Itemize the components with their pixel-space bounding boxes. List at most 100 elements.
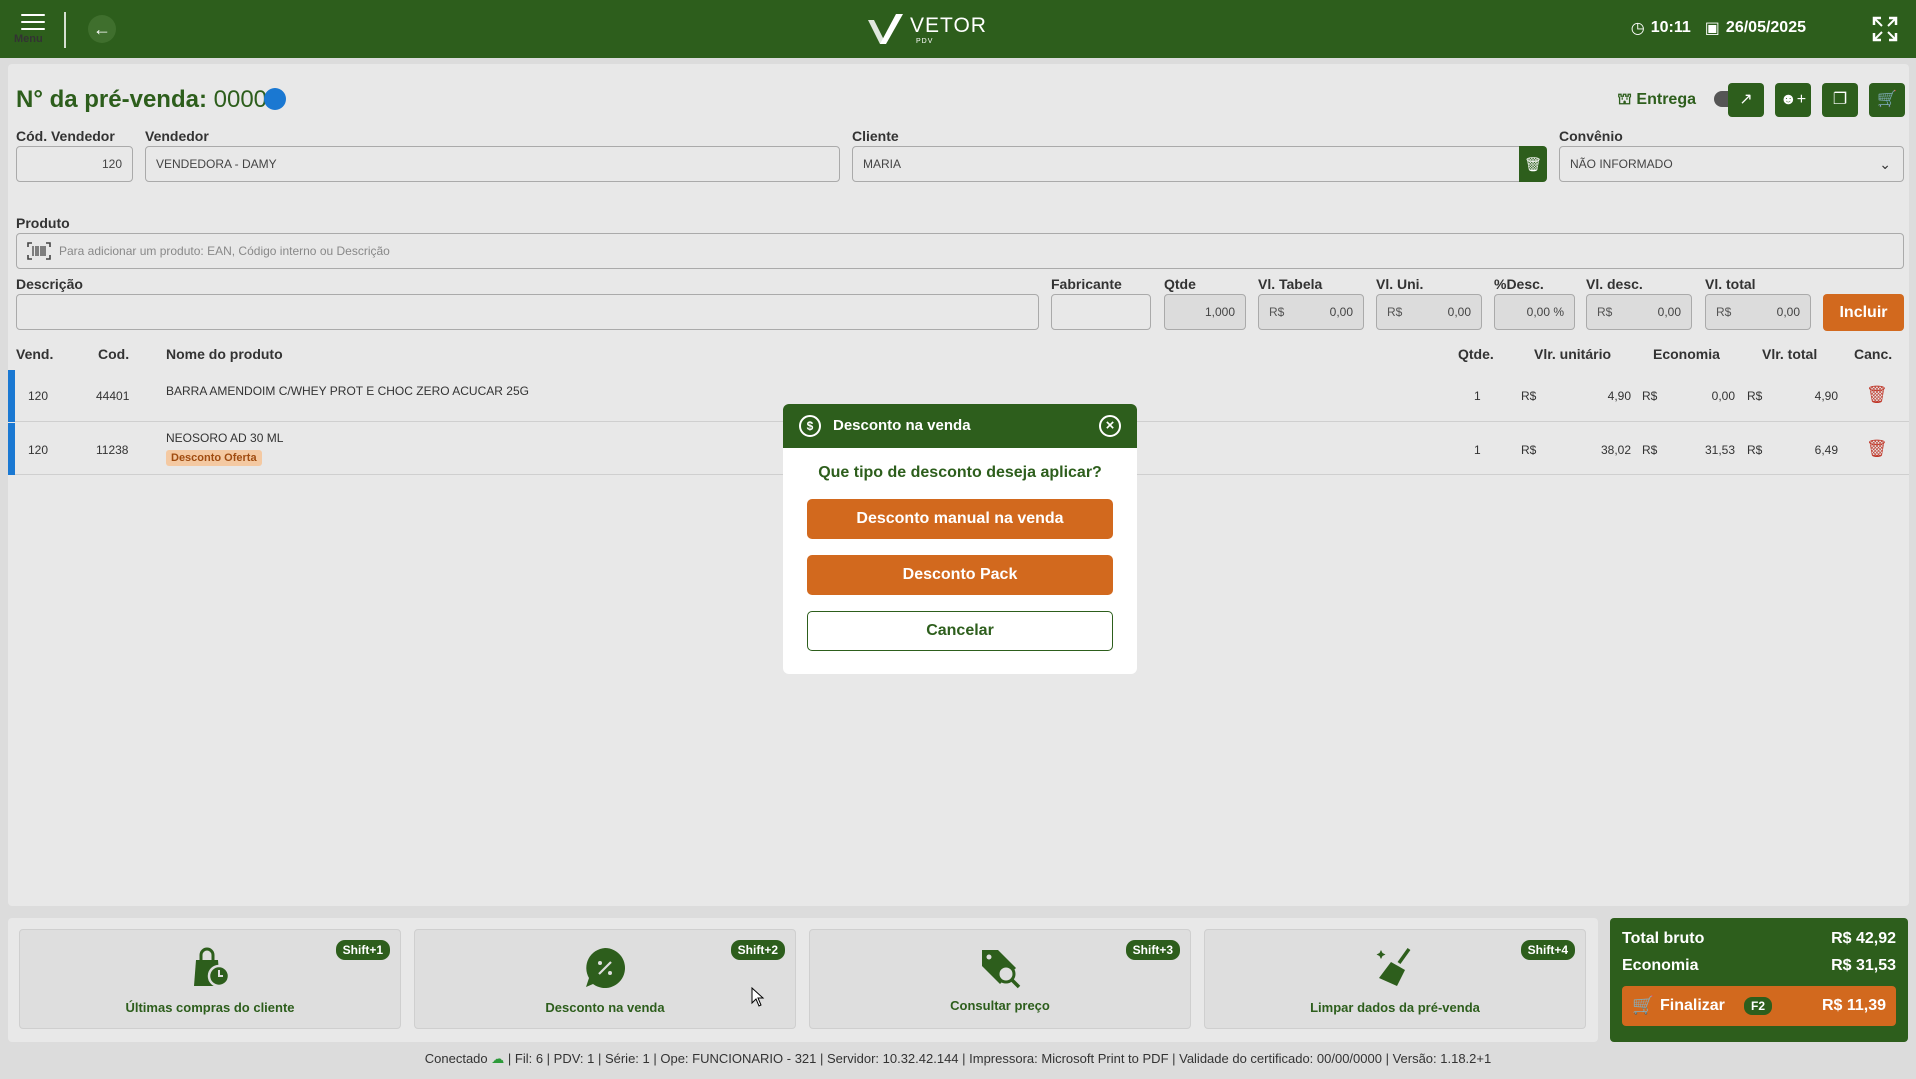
status-indicator xyxy=(264,88,286,110)
fabricante-label: Fabricante xyxy=(1051,276,1122,292)
finalizar-button[interactable]: 🛒 Finalizar F2 R$ 11,39 xyxy=(1622,986,1896,1026)
share-button[interactable]: ↗ xyxy=(1728,83,1764,117)
cancel-button[interactable]: Cancelar xyxy=(807,611,1113,651)
delete-item-icon[interactable]: 🗑 xyxy=(1866,439,1888,459)
price-check-button[interactable]: Shift+3 Consultar preço xyxy=(809,929,1191,1029)
finalizar-label: Finalizar xyxy=(1660,997,1725,1014)
vl-uni-label: Vl. Uni. xyxy=(1376,276,1424,292)
cloud-icon: ☁ xyxy=(491,1051,505,1066)
logo-sub: PDV xyxy=(916,38,934,45)
modal-header: $ Desconto na venda × xyxy=(783,404,1137,448)
col-cod: Cod. xyxy=(98,346,130,362)
total-bruto-label: Total bruto xyxy=(1622,930,1705,947)
manual-discount-button[interactable]: Desconto manual na venda xyxy=(807,499,1113,539)
row-unit: 38,02 xyxy=(1600,443,1631,457)
shortcut-badge: Shift+4 xyxy=(1520,940,1575,960)
menu-button[interactable]: Menu xyxy=(14,12,52,50)
row-total-currency: R$ xyxy=(1747,443,1763,457)
row-nome: NEOSORO AD 30 ML xyxy=(166,431,284,445)
copy-button[interactable]: ❐ xyxy=(1822,83,1858,117)
qtde-field[interactable]: 1,000 xyxy=(1164,294,1246,330)
descricao-field[interactable] xyxy=(16,294,1039,330)
cart-icon: 🛒 xyxy=(1877,91,1897,108)
currency-label: R$ xyxy=(1387,305,1403,319)
vl-tabela-field[interactable]: R$ 0,00 xyxy=(1258,294,1364,330)
page-title-label: N° da pré-venda: xyxy=(16,86,207,113)
date-text: 26/05/2025 xyxy=(1725,19,1806,36)
produto-placeholder: Para adicionar um produto: EAN, Código i… xyxy=(59,244,390,258)
qtde-label: Qtde xyxy=(1164,276,1196,292)
row-eco: 0,00 xyxy=(1711,389,1735,403)
vl-total-field[interactable]: R$ 0,00 xyxy=(1705,294,1811,330)
descricao-label: Descrição xyxy=(16,276,83,292)
close-icon[interactable]: × xyxy=(1099,415,1121,437)
economia-label: Economia xyxy=(1622,957,1699,974)
copy-icon: ❐ xyxy=(1832,91,1848,108)
delete-item-icon[interactable]: 🗑 xyxy=(1866,385,1888,405)
row-indicator xyxy=(8,370,15,422)
produto-search-input[interactable]: Para adicionar um produto: EAN, Código i… xyxy=(16,233,1904,269)
discount-modal: $ Desconto na venda × Que tipo de descon… xyxy=(783,404,1137,674)
vl-desc-label: Vl. desc. xyxy=(1586,276,1643,292)
action-label: Últimas compras do cliente xyxy=(125,1000,295,1015)
money-icon: $ xyxy=(799,415,821,437)
cod-vendedor-field[interactable]: 120 xyxy=(16,146,133,182)
delivery-icon: ⛫ xyxy=(1617,91,1632,108)
cart-button[interactable]: 🛒 xyxy=(1869,83,1905,117)
currency-label: R$ xyxy=(1716,305,1732,319)
row-eco-currency: R$ xyxy=(1642,443,1658,457)
col-qtde: Qtde. xyxy=(1458,346,1494,362)
arrow-left-icon: ← xyxy=(93,19,111,39)
last-purchases-button[interactable]: Shift+1 Últimas compras do cliente xyxy=(19,929,401,1029)
totals-panel: Total bruto R$ 42,92 Economia R$ 31,53 🛒… xyxy=(1610,918,1908,1042)
mouse-cursor-icon xyxy=(751,987,765,1007)
page-title: N° da pré-venda: 0000 xyxy=(16,86,267,114)
vl-desc-field[interactable]: R$ 0,00 xyxy=(1586,294,1692,330)
add-client-button[interactable]: ☻+ xyxy=(1775,83,1811,117)
action-label: Limpar dados da pré-venda xyxy=(1310,1000,1480,1015)
col-unit: Vlr. unitário xyxy=(1534,346,1612,362)
action-label: Consultar preço xyxy=(950,998,1050,1013)
modal-question: Que tipo de desconto deseja aplicar? xyxy=(818,464,1102,481)
vl-uni-value: 0,00 xyxy=(1447,305,1471,319)
divider xyxy=(64,12,66,48)
row-vend: 120 xyxy=(28,443,49,457)
time-text: 10:11 xyxy=(1650,19,1691,36)
vendedor-field[interactable]: VENDEDORA - DAMY xyxy=(145,146,840,182)
row-total-currency: R$ xyxy=(1747,389,1763,403)
cliente-field[interactable]: MARIA xyxy=(852,146,1520,182)
cart-icon: 🛒 xyxy=(1632,995,1655,1015)
sale-discount-button[interactable]: Shift+2 Desconto na venda xyxy=(414,929,796,1029)
delivery-label: ⛫ Entrega xyxy=(1617,90,1696,110)
shortcut-badge: Shift+1 xyxy=(335,940,390,960)
incluir-button[interactable]: Incluir xyxy=(1823,294,1904,331)
broom-icon xyxy=(1376,947,1411,986)
vl-tabela-value: 0,00 xyxy=(1329,305,1353,319)
row-total: 6,49 xyxy=(1814,443,1838,457)
barcode-icon xyxy=(27,242,51,260)
pack-discount-button[interactable]: Desconto Pack xyxy=(807,555,1113,595)
row-eco: 31,53 xyxy=(1704,443,1735,457)
pct-desc-field[interactable]: 0,00 % xyxy=(1494,294,1575,330)
chevron-down-icon: ⌄ xyxy=(1879,156,1891,172)
convenio-select[interactable]: NÃO INFORMADO ⌄ xyxy=(1559,146,1904,182)
vl-uni-field[interactable]: R$ 0,00 xyxy=(1376,294,1482,330)
clear-client-button[interactable]: 🗑 xyxy=(1519,146,1547,182)
currency-label: R$ xyxy=(1269,305,1285,319)
row-qtde: 1 xyxy=(1474,443,1481,457)
row-unit-currency: R$ xyxy=(1521,443,1537,457)
status-bar: Conectado ☁ | Fil: 6 | PDV: 1 | Série: 1… xyxy=(0,1051,1916,1067)
fullscreen-icon[interactable] xyxy=(1872,16,1898,42)
shortcut-badge: Shift+2 xyxy=(730,940,785,960)
clear-data-button[interactable]: Shift+4 Limpar dados da pré-venda xyxy=(1204,929,1586,1029)
shortcut-badge: F2 xyxy=(1744,997,1773,1015)
back-button[interactable]: ← xyxy=(88,15,116,43)
clock-icon: ◷ xyxy=(1630,20,1645,37)
discount-icon xyxy=(586,948,625,988)
col-total: Vlr. total xyxy=(1762,346,1818,362)
fabricante-field[interactable] xyxy=(1051,294,1151,330)
logo-mark-icon xyxy=(868,14,903,44)
row-total: 4,90 xyxy=(1814,389,1838,403)
vl-total-label: Vl. total xyxy=(1705,276,1756,292)
shortcut-badge: Shift+3 xyxy=(1125,940,1180,960)
